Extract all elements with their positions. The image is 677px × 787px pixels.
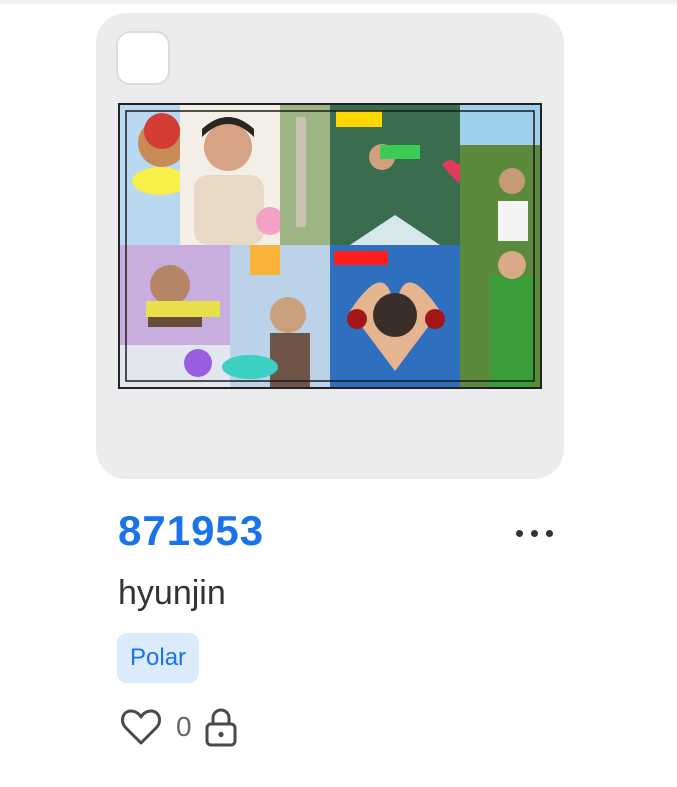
more-dot-icon [515, 529, 523, 537]
more-options-button[interactable] [505, 515, 563, 551]
photocard-tile[interactable] [96, 13, 564, 479]
lock-icon[interactable] [204, 707, 238, 747]
card-number-title[interactable]: 871953 [118, 507, 264, 555]
collage-artwork [120, 105, 540, 387]
top-divider [0, 0, 677, 6]
member-name: hyunjin [118, 574, 226, 612]
category-tag[interactable]: Polar [117, 633, 200, 683]
collage-image[interactable] [118, 103, 542, 389]
select-checkbox[interactable] [116, 31, 170, 85]
card-actions: 0 [120, 705, 238, 749]
more-dot-icon [530, 529, 538, 537]
heart-icon[interactable] [120, 707, 162, 747]
more-dot-icon [545, 529, 553, 537]
like-count: 0 [176, 711, 192, 742]
